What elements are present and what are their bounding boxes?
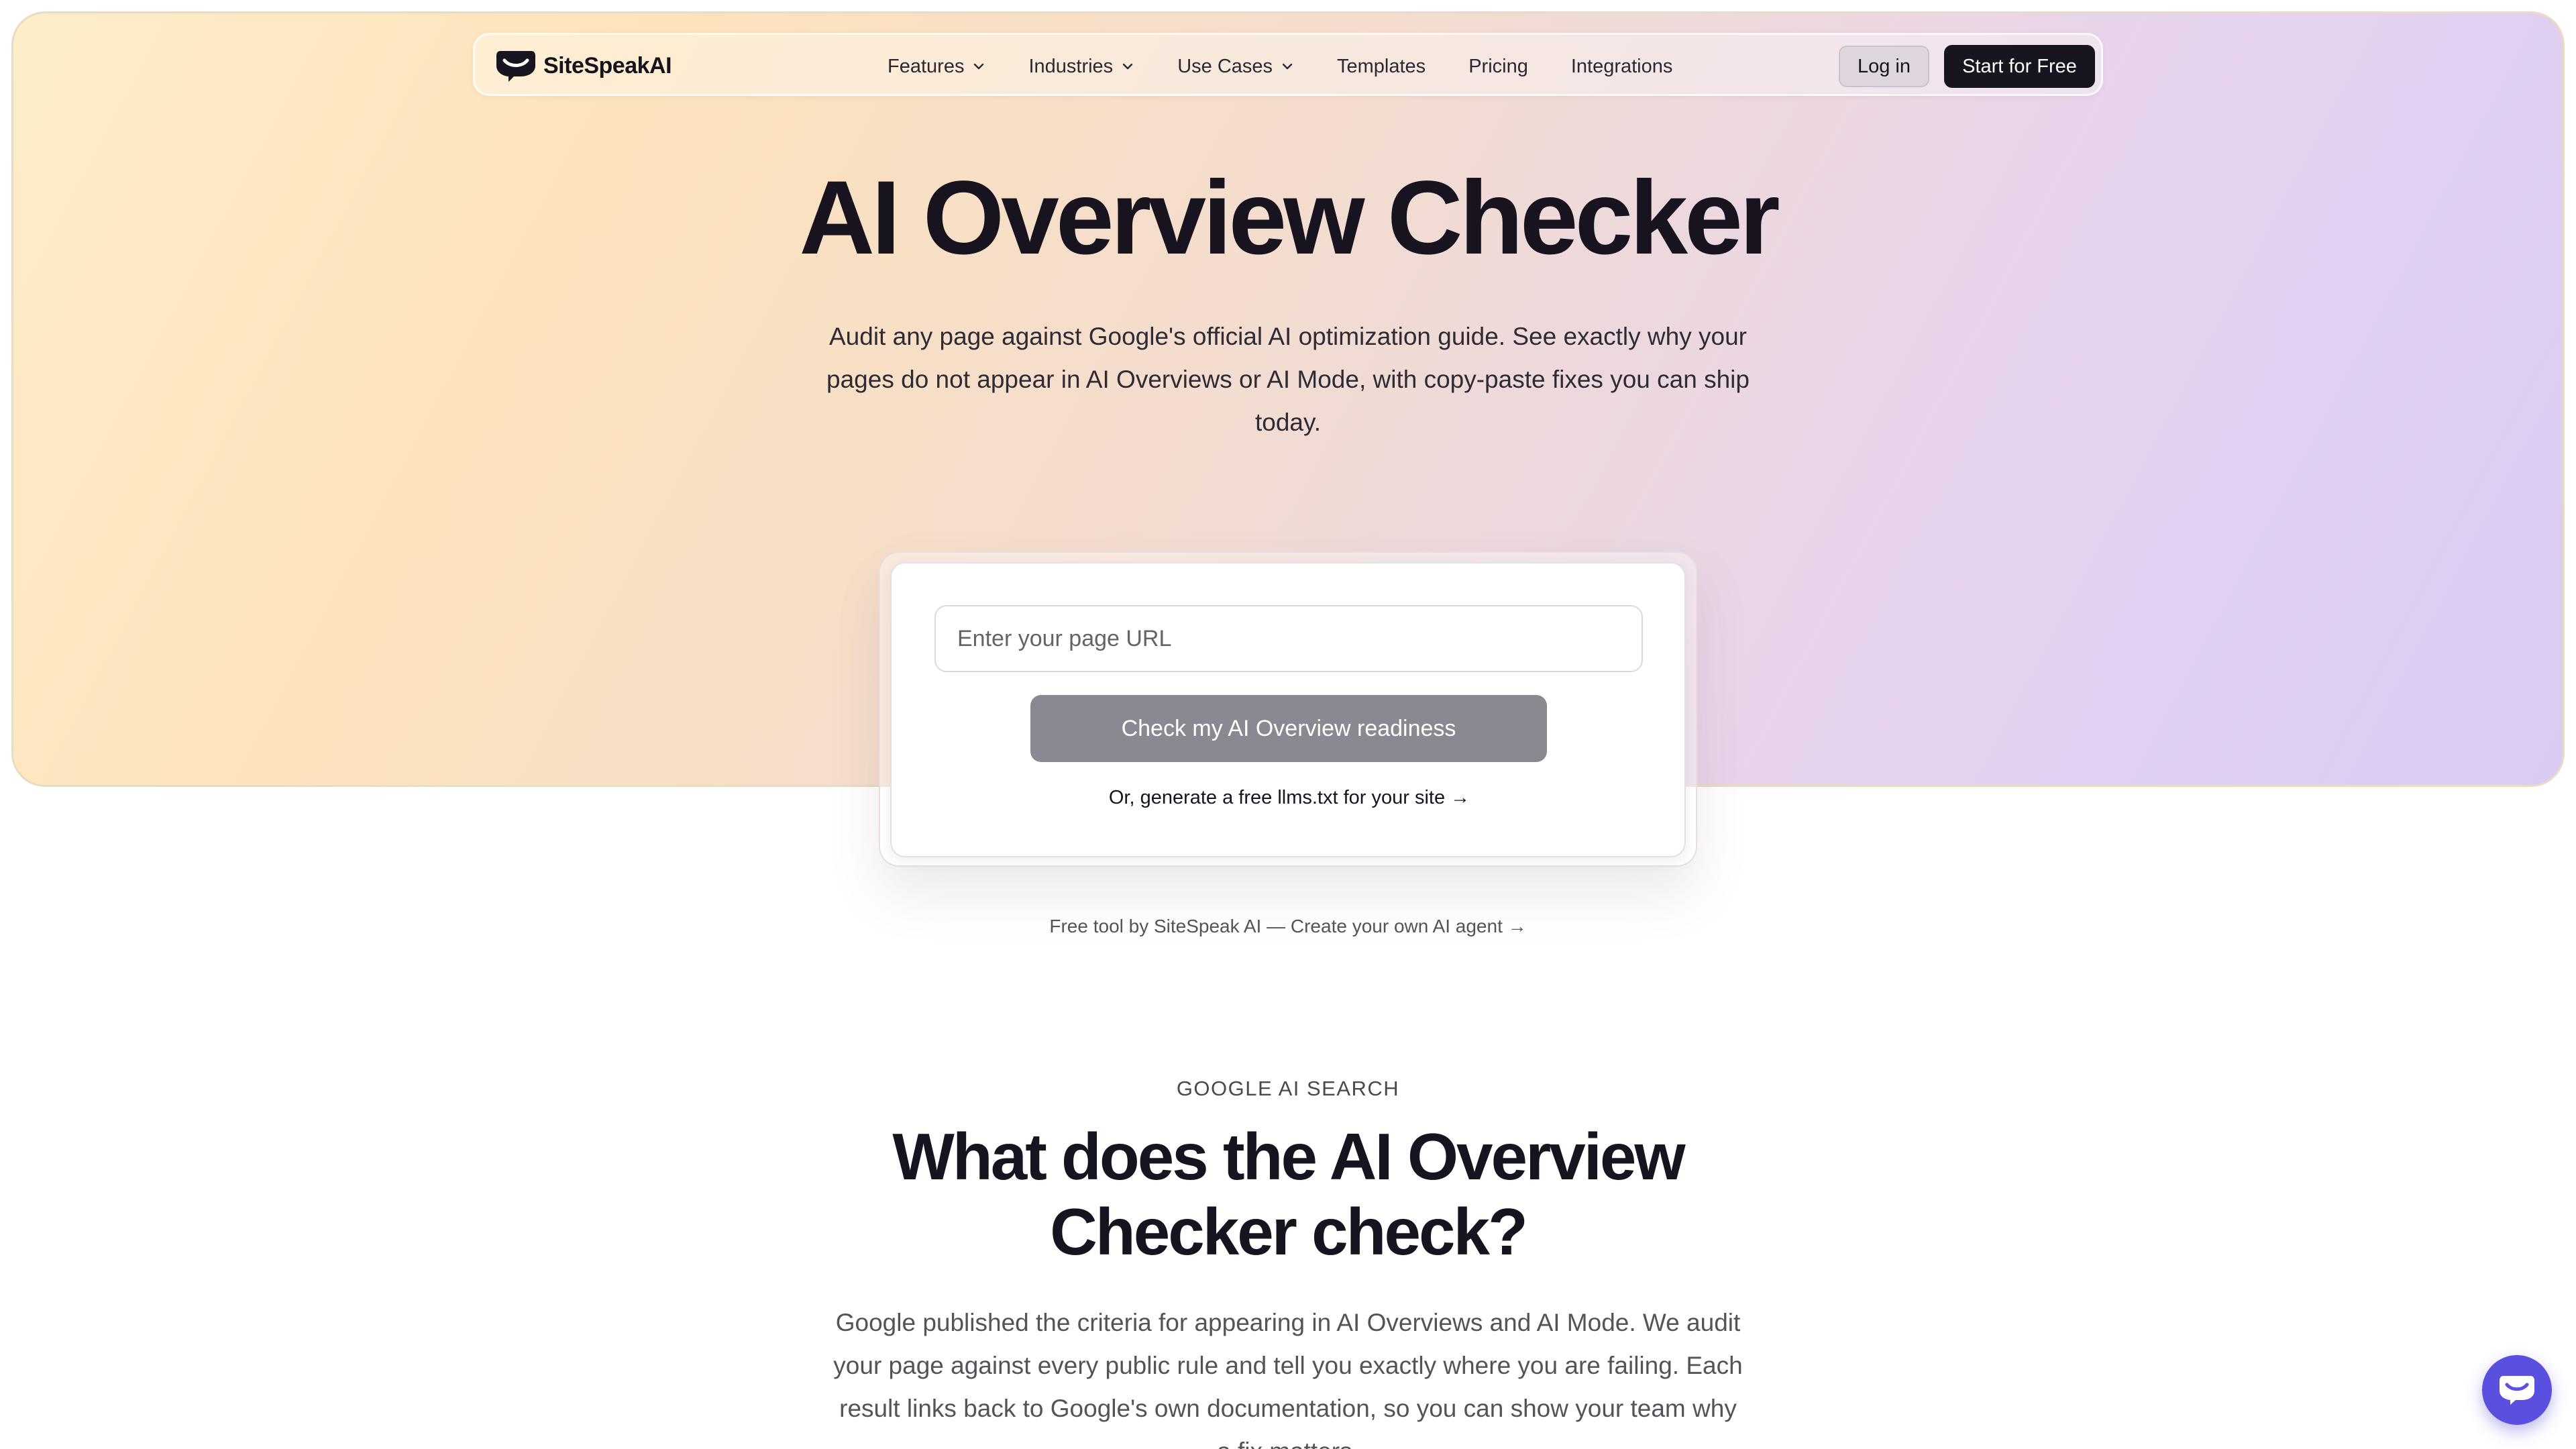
nav-item-industries[interactable]: Industries <box>1028 56 1134 78</box>
start-for-free-button[interactable]: Start for Free <box>1944 45 2095 88</box>
brand-name: SiteSpeakAI <box>543 52 672 78</box>
generate-llms-txt-link[interactable]: Or, generate a free llms.txt for your si… <box>892 787 1687 809</box>
section-title: What does the AI Overview Checker check? <box>892 1120 1685 1269</box>
nav-item-label: Industries <box>1028 55 1114 77</box>
chat-bubble-icon <box>2500 1376 2534 1405</box>
check-readiness-button[interactable]: Check my AI Overview readiness <box>1030 695 1547 762</box>
brand-logo[interactable]: SiteSpeakAI <box>495 47 672 85</box>
page: SiteSpeakAI Features Industries Use Case… <box>0 0 2576 1449</box>
page-title: AI Overview Checker <box>799 160 1780 276</box>
nav-item-features[interactable]: Features <box>888 56 985 78</box>
nav-item-label: Templates <box>1337 55 1426 77</box>
url-input[interactable] <box>934 605 1643 672</box>
section-body: Google published the criteria for appear… <box>833 1309 1743 1449</box>
sitespeak-logo-icon <box>496 51 535 82</box>
nav-item-label: Integrations <box>1570 55 1673 77</box>
nav-item-label: Pricing <box>1468 55 1528 77</box>
nav-item-label: Use Cases <box>1177 55 1273 77</box>
hero-subtitle: Audit any page against Google's official… <box>826 323 1750 436</box>
nav-item-integrations[interactable]: Integrations <box>1571 56 1673 78</box>
nav-item-templates[interactable]: Templates <box>1337 56 1426 78</box>
free-tool-link[interactable]: Free tool by SiteSpeak AI — Create your … <box>0 916 2576 937</box>
nav-links: Features Industries Use Cases Templates … <box>888 35 1715 98</box>
url-check-form: Check my AI Overview readiness Or, gener… <box>890 562 1686 857</box>
chevron-down-icon <box>1122 63 1133 70</box>
chevron-down-icon <box>974 63 984 70</box>
nav-item-use-cases[interactable]: Use Cases <box>1177 56 1294 78</box>
chevron-down-icon <box>1282 63 1293 70</box>
section-eyebrow: GOOGLE AI SEARCH <box>1176 1077 1400 1100</box>
nav-item-label: Features <box>888 55 965 77</box>
login-button[interactable]: Log in <box>1839 46 1929 87</box>
top-navbar: SiteSpeakAI Features Industries Use Case… <box>473 33 2103 96</box>
chat-widget-button[interactable] <box>2482 1355 2552 1425</box>
nav-item-pricing[interactable]: Pricing <box>1468 56 1528 78</box>
